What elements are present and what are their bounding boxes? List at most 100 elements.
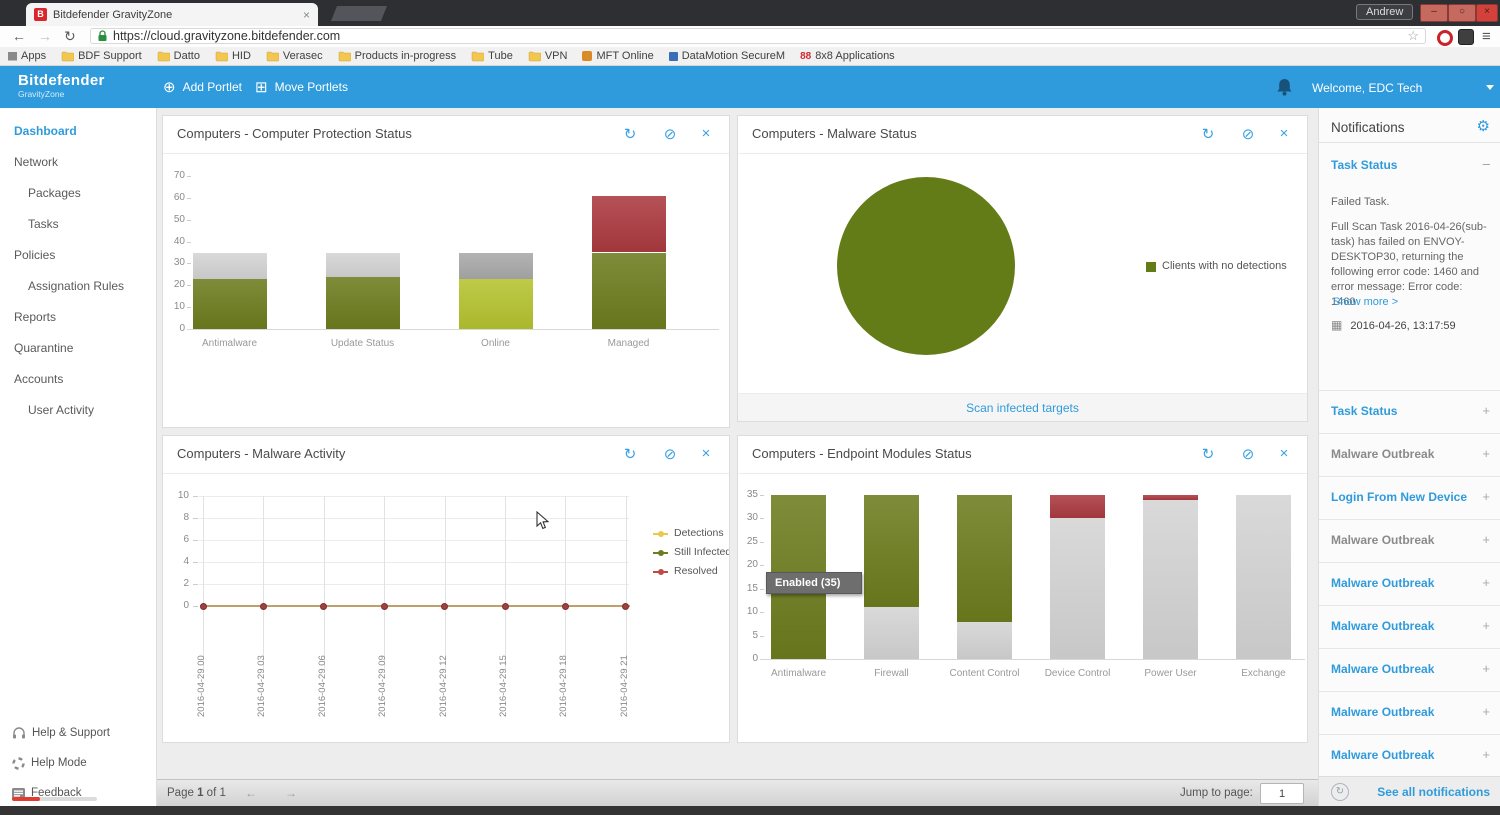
bar-segment[interactable] bbox=[1143, 499, 1198, 659]
sidebar-item-user-activity[interactable]: User Activity bbox=[0, 395, 156, 426]
scan-infected-targets-link[interactable]: Scan infected targets bbox=[966, 401, 1079, 415]
sidebar-item-packages[interactable]: Packages bbox=[0, 178, 156, 209]
window-maximize-button[interactable]: ○ bbox=[1448, 4, 1476, 22]
sidebar-item-tasks[interactable]: Tasks bbox=[0, 209, 156, 240]
bar-segment[interactable] bbox=[1050, 518, 1105, 659]
forward-icon[interactable]: → bbox=[38, 28, 52, 44]
bookmark-products-in-progress[interactable]: Products in-progress bbox=[338, 50, 456, 62]
notification-row-malware-outbreak[interactable]: Malware Outbreak + bbox=[1319, 649, 1500, 692]
refresh-notifications-icon[interactable]: ↻ bbox=[1331, 783, 1349, 801]
bar-segment[interactable] bbox=[957, 621, 1012, 659]
bookmark-mft-online[interactable]: MFT Online bbox=[582, 50, 654, 62]
extension-icon[interactable] bbox=[1458, 29, 1474, 45]
expand-icon[interactable]: + bbox=[1482, 747, 1490, 762]
bookmark-bdf-support[interactable]: BDF Support bbox=[61, 50, 142, 62]
bookmark-8x8-applications[interactable]: 88 8x8 Applications bbox=[800, 50, 895, 62]
refresh-icon[interactable]: ↻ bbox=[1199, 125, 1217, 143]
edit-icon[interactable]: ⊘ bbox=[661, 125, 679, 143]
bookmark-vpn[interactable]: VPN bbox=[528, 50, 567, 62]
chevron-down-icon[interactable] bbox=[1486, 85, 1494, 90]
sidebar-item-reports[interactable]: Reports bbox=[0, 302, 156, 333]
bar-segment[interactable] bbox=[458, 278, 533, 329]
notification-row-malware-outbreak[interactable]: Malware Outbreak + bbox=[1319, 692, 1500, 735]
sidebar-item-accounts[interactable]: Accounts bbox=[0, 364, 156, 395]
close-icon[interactable]: × bbox=[697, 445, 715, 462]
bar-segment[interactable] bbox=[1050, 495, 1105, 519]
close-icon[interactable]: × bbox=[697, 125, 715, 142]
sidebar-item-network[interactable]: Network bbox=[0, 147, 156, 178]
expand-icon[interactable]: + bbox=[1482, 704, 1490, 719]
expand-icon[interactable]: + bbox=[1482, 575, 1490, 590]
bar-segment[interactable] bbox=[957, 495, 1012, 622]
sidebar-item-help-support[interactable]: Help & Support bbox=[0, 718, 157, 748]
notification-row-malware-outbreak[interactable]: Malware Outbreak + bbox=[1319, 520, 1500, 563]
opera-extension-icon[interactable] bbox=[1437, 30, 1453, 46]
expand-icon[interactable]: + bbox=[1482, 403, 1490, 418]
back-icon[interactable]: ← bbox=[12, 28, 26, 44]
bookmark-verasec[interactable]: Verasec bbox=[266, 50, 323, 62]
notification-row-task-status[interactable]: Task Status + bbox=[1319, 390, 1500, 434]
expand-icon[interactable]: + bbox=[1482, 489, 1490, 504]
see-all-notifications-link[interactable]: See all notifications bbox=[1377, 785, 1490, 799]
bar-segment[interactable] bbox=[325, 276, 400, 329]
sidebar-item-dashboard[interactable]: Dashboard bbox=[0, 116, 156, 147]
collapse-icon[interactable]: – bbox=[1483, 156, 1490, 171]
move-portlets-button[interactable]: ⊞ Move Portlets bbox=[255, 66, 348, 108]
notification-bell-icon[interactable] bbox=[1277, 79, 1292, 96]
refresh-icon[interactable]: ↻ bbox=[621, 445, 639, 463]
sidebar-item-quarantine[interactable]: Quarantine bbox=[0, 333, 156, 364]
bar-segment[interactable] bbox=[325, 252, 400, 277]
bar-segment[interactable] bbox=[458, 252, 533, 279]
close-icon[interactable]: × bbox=[1275, 445, 1293, 462]
bar-segment[interactable] bbox=[192, 252, 267, 279]
edit-icon[interactable]: ⊘ bbox=[1239, 125, 1257, 143]
sidebar-item-help-mode[interactable]: Help Mode bbox=[0, 748, 157, 778]
video-progress-track[interactable] bbox=[12, 797, 97, 801]
notification-section-title[interactable]: Task Status bbox=[1331, 158, 1397, 172]
prev-page-icon[interactable]: ← bbox=[245, 786, 257, 800]
bar-segment[interactable] bbox=[864, 495, 919, 608]
bar-segment[interactable] bbox=[591, 252, 666, 329]
browser-tab[interactable]: B Bitdefender GravityZone × bbox=[26, 3, 318, 26]
show-more-link[interactable]: Show more > bbox=[1333, 296, 1398, 308]
welcome-user-menu[interactable]: Welcome, EDC Tech bbox=[1312, 81, 1422, 95]
bookmark-star-icon[interactable]: ☆ bbox=[1407, 28, 1419, 44]
edit-icon[interactable]: ⊘ bbox=[1239, 445, 1257, 463]
sidebar-item-feedback[interactable]: Feedback bbox=[0, 778, 157, 808]
bar-segment[interactable] bbox=[192, 278, 267, 329]
expand-icon[interactable]: + bbox=[1482, 446, 1490, 461]
refresh-icon[interactable]: ↻ bbox=[1199, 445, 1217, 463]
close-icon[interactable]: × bbox=[1275, 125, 1293, 142]
add-portlet-button[interactable]: ⊕ Add Portlet bbox=[163, 66, 242, 108]
expand-icon[interactable]: + bbox=[1482, 618, 1490, 633]
notification-row-malware-outbreak[interactable]: Malware Outbreak + bbox=[1319, 606, 1500, 649]
refresh-icon[interactable]: ↻ bbox=[621, 125, 639, 143]
bar-segment[interactable] bbox=[1143, 495, 1198, 500]
reload-icon[interactable]: ↻ bbox=[64, 28, 76, 45]
sidebar-item-policies[interactable]: Policies bbox=[0, 240, 156, 271]
video-player-bar[interactable] bbox=[0, 806, 1500, 815]
notification-row-malware-outbreak[interactable]: Malware Outbreak + bbox=[1319, 563, 1500, 606]
chrome-menu-icon[interactable]: ≡ bbox=[1482, 28, 1491, 45]
window-minimize-button[interactable]: – bbox=[1420, 4, 1448, 22]
bookmark-hid[interactable]: HID bbox=[215, 50, 251, 62]
browser-profile-name[interactable]: Andrew bbox=[1356, 4, 1414, 20]
address-bar[interactable]: https://cloud.gravityzone.bitdefender.co… bbox=[90, 28, 1426, 44]
next-page-icon[interactable]: → bbox=[285, 786, 297, 800]
gear-icon[interactable]: ⚙ bbox=[1477, 117, 1490, 135]
bookmark-datto[interactable]: Datto bbox=[157, 50, 200, 62]
new-tab-button[interactable] bbox=[330, 6, 388, 21]
notification-row-login-from-new-device[interactable]: Login From New Device + bbox=[1319, 477, 1500, 520]
sidebar-item-assignation-rules[interactable]: Assignation Rules bbox=[0, 271, 156, 302]
bar-segment[interactable] bbox=[864, 607, 919, 659]
expand-icon[interactable]: + bbox=[1482, 661, 1490, 676]
jump-to-page-input[interactable] bbox=[1260, 783, 1304, 804]
bookmark-tube[interactable]: Tube bbox=[471, 50, 513, 62]
notification-row-malware-outbreak[interactable]: Malware Outbreak + bbox=[1319, 735, 1500, 778]
expand-icon[interactable]: + bbox=[1482, 532, 1490, 547]
notification-row-malware-outbreak[interactable]: Malware Outbreak + bbox=[1319, 434, 1500, 477]
bookmark-apps[interactable]: Apps bbox=[8, 50, 46, 62]
tab-close-icon[interactable]: × bbox=[303, 8, 310, 22]
window-close-button[interactable]: × bbox=[1476, 4, 1498, 22]
bookmark-datamotion-securem[interactable]: DataMotion SecureM bbox=[668, 50, 785, 62]
